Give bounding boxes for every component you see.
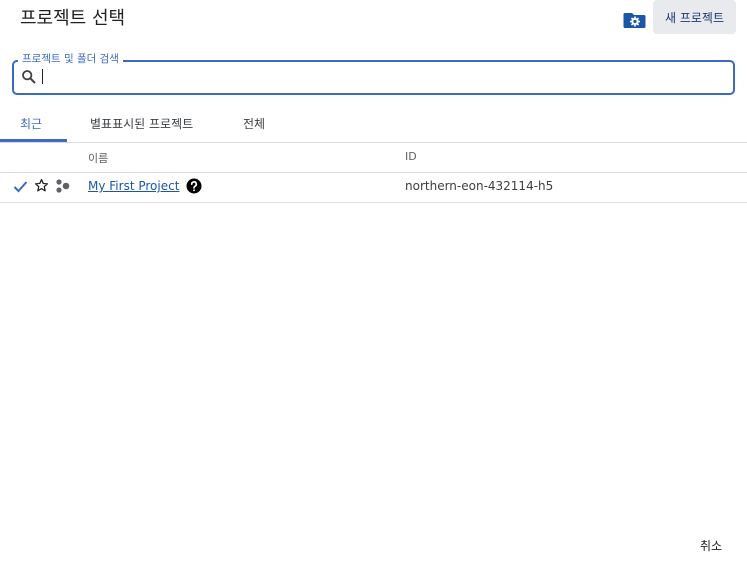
search-icon (22, 70, 36, 84)
column-header-id[interactable]: ID (405, 150, 417, 163)
help-icon[interactable] (186, 178, 202, 194)
project-icon (56, 179, 70, 193)
active-tab-indicator (0, 139, 67, 142)
column-header-name[interactable]: 이름 (88, 150, 108, 166)
check-icon (13, 181, 28, 193)
new-project-button[interactable]: 새 프로젝트 (653, 0, 736, 34)
text-caret (42, 69, 43, 84)
table-row[interactable]: My First Project northern-eon-432114-h5 (0, 172, 747, 203)
tab-recent[interactable]: 최근 (20, 115, 42, 132)
tab-all[interactable]: 전체 (243, 115, 265, 132)
manage-resources-button[interactable] (622, 8, 648, 30)
folder-gear-icon (623, 13, 646, 28)
tab-bar: 최근 별표표시된 프로젝트 전체 (0, 108, 747, 143)
search-input[interactable] (40, 66, 720, 88)
tab-starred[interactable]: 별표표시된 프로젝트 (90, 115, 193, 132)
search-label: 프로젝트 및 폴더 검색 (18, 51, 123, 66)
cancel-button[interactable]: 취소 (700, 537, 722, 554)
project-name-link[interactable]: My First Project (88, 179, 179, 193)
dialog-title: 프로젝트 선택 (20, 8, 126, 29)
project-id: northern-eon-432114-h5 (405, 179, 554, 193)
star-outline-icon[interactable] (34, 178, 49, 193)
